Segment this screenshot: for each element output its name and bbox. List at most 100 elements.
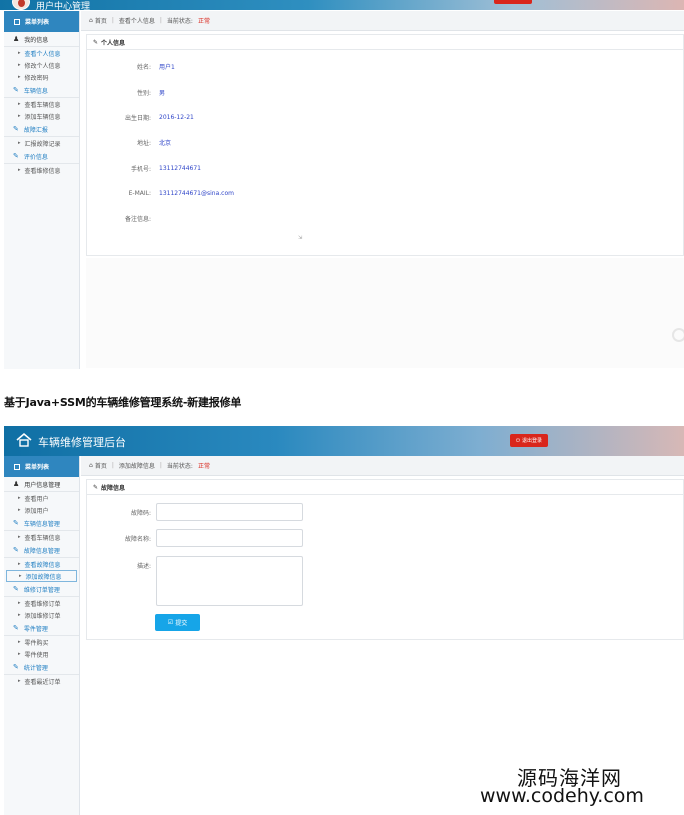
breadcrumb-page[interactable]: 添加故障信息 <box>119 461 155 470</box>
caret-right-icon: ▸ <box>18 612 21 618</box>
sidebar-group-parts-management[interactable]: ✎ 零件管理 <box>4 621 79 636</box>
sidebar-group-user-management[interactable]: ♟ 用户信息管理 <box>4 477 79 492</box>
sidebar-group-statistics[interactable]: ✎ 统计管理 <box>4 660 79 675</box>
status-label: 当前状态: <box>166 463 193 470</box>
field-value: 用户1 <box>159 63 175 71</box>
menu-list-header[interactable]: 菜单列表 <box>4 11 79 32</box>
sidebar-group-label: 我的信息 <box>24 36 49 44</box>
fault-name-input[interactable] <box>156 529 303 547</box>
panel-title: ✎ 故障信息 <box>87 480 683 495</box>
user-icon: ♟ <box>13 35 20 43</box>
sidebar-group-vehicle-management[interactable]: ✎ 车辆信息管理 <box>4 516 79 531</box>
sidebar-item-add-vehicle[interactable]: ▸ 添加车辆信息 <box>4 110 79 122</box>
menu-list-title: 菜单列表 <box>25 19 50 26</box>
sidebar-item-view-vehicle[interactable]: ▸ 查看车辆信息 <box>4 98 79 110</box>
sidebar-item-add-order[interactable]: ▸ 添加维修订单 <box>4 609 79 621</box>
user-icon: ♟ <box>13 480 20 488</box>
logout-button[interactable] <box>494 0 532 4</box>
sidebar-group-label: 统计管理 <box>23 664 48 672</box>
sidebar-item-add-fault[interactable]: ▸ 添加故障信息 <box>6 570 77 582</box>
watermark-url: www.codehy.com <box>480 785 644 807</box>
breadcrumb-page[interactable]: 查看个人信息 <box>119 16 155 25</box>
avatar[interactable] <box>12 0 30 10</box>
sidebar-item-report-fault[interactable]: ▸ 汇报故障记录 <box>4 137 79 149</box>
caret-right-icon: ▸ <box>18 561 21 567</box>
field-label: 性别: <box>136 89 151 97</box>
edit-icon: ✎ <box>13 585 19 593</box>
field-label: 描述: <box>136 563 151 570</box>
top-header-bar: 用户中心管理 <box>0 0 684 12</box>
sidebar-item-label: 查看车辆信息 <box>24 534 61 542</box>
field-value: 北京 <box>159 139 172 147</box>
grid-icon <box>14 463 20 470</box>
sidebar-item-label: 查看最近订单 <box>24 678 61 686</box>
sidebar-group-fault-report[interactable]: ✎ 故障汇报 <box>4 122 79 137</box>
resize-handle-icon[interactable]: ⇲ <box>298 235 302 241</box>
caret-right-icon: ▸ <box>18 101 21 107</box>
sidebar-group-label: 故障信息管理 <box>23 547 60 555</box>
panel-title: ✎ 个人信息 <box>87 35 683 50</box>
caret-right-icon: ▸ <box>18 167 21 173</box>
edit-icon: ✎ <box>13 152 19 160</box>
field-email: E-MAIL: 13112744671@sina.com <box>87 187 683 199</box>
sidebar-item-view-fault[interactable]: ▸ 查看故障信息 <box>4 558 79 570</box>
sidebar-group-fault-management[interactable]: ✎ 故障信息管理 <box>4 543 79 558</box>
edit-icon: ✎ <box>13 663 19 671</box>
caret-right-icon: ▸ <box>18 600 21 606</box>
sidebar-item-view-users[interactable]: ▸ 查看用户 <box>4 492 79 504</box>
sidebar: 菜单列表 ♟ 用户信息管理 ▸ 查看用户 ▸ 添加用户 ✎ 车辆信息管理 ▸ 查看车辆… <box>4 456 80 815</box>
submit-button[interactable]: ☑ 提交 <box>155 614 200 631</box>
logout-label: 退出登录 <box>521 438 542 444</box>
form-row-fault-code: 故障码: <box>87 503 683 521</box>
sidebar-group-label: 车辆信息管理 <box>23 520 60 528</box>
sidebar-item-view-repair[interactable]: ▸ 查看维修信息 <box>4 164 79 176</box>
breadcrumb-home[interactable]: 首页 <box>95 16 107 25</box>
breadcrumb-separator: | <box>111 462 114 469</box>
sidebar-group-evaluation[interactable]: ✎ 评价信息 <box>4 149 79 164</box>
sidebar-item-label: 修改个人信息 <box>24 62 61 70</box>
sidebar-item-view-profile[interactable]: ▸ 查看个人信息 <box>4 47 79 59</box>
caret-right-icon: ▸ <box>18 639 21 645</box>
home-icon: ⌂ <box>89 17 93 24</box>
submit-label: 提交 <box>175 620 188 627</box>
caret-right-icon: ▸ <box>18 678 21 684</box>
field-label: 故障名称: <box>124 536 151 543</box>
sidebar-item-parts-usage[interactable]: ▸ 零件使用 <box>4 648 79 660</box>
menu-list-header[interactable]: 菜单列表 <box>4 456 79 477</box>
sidebar-group-my-info[interactable]: ♟ 我的信息 <box>4 32 79 47</box>
fault-form-panel: ✎ 故障信息 故障码: 故障名称: 描述: ☑ 提交 <box>86 479 684 640</box>
description-textarea[interactable] <box>156 556 303 606</box>
sidebar-item-add-user[interactable]: ▸ 添加用户 <box>4 504 79 516</box>
loading-spinner-icon <box>672 328 684 342</box>
field-address: 地址: 北京 <box>87 136 683 148</box>
sidebar-item-view-vehicle[interactable]: ▸ 查看车辆信息 <box>4 531 79 543</box>
menu-list-title: 菜单列表 <box>25 464 50 471</box>
sidebar-item-view-orders[interactable]: ▸ 查看维修订单 <box>4 597 79 609</box>
logout-button[interactable]: ⏻ 退出登录 <box>510 434 548 447</box>
caret-right-icon: ▸ <box>18 495 21 501</box>
edit-icon: ✎ <box>13 125 19 133</box>
profile-panel: ✎ 个人信息 姓名: 用户1 性别: 男 出生日期: 2016-12-21 地址: 北京… <box>86 34 684 256</box>
sidebar-group-vehicle-info[interactable]: ✎ 车辆信息 <box>4 83 79 98</box>
sidebar-item-label: 查看故障信息 <box>24 561 61 569</box>
caret-right-icon: ▸ <box>18 651 21 657</box>
check-icon: ☑ <box>167 619 174 626</box>
sidebar-item-label: 查看个人信息 <box>24 50 61 58</box>
edit-icon: ✎ <box>93 38 99 46</box>
panel-title-text: 个人信息 <box>101 39 126 47</box>
sidebar-item-change-password[interactable]: ▸ 修改密码 <box>4 71 79 83</box>
top-header-bar: 车辆维修管理后台 ⏻ 退出登录 <box>4 426 684 456</box>
panel-title-text: 故障信息 <box>101 484 126 492</box>
caret-right-icon: ▸ <box>18 50 21 56</box>
sidebar-item-label: 查看车辆信息 <box>24 101 61 109</box>
sidebar-item-recent-orders[interactable]: ▸ 查看最近订单 <box>4 675 79 687</box>
field-label: 地址: <box>136 139 151 147</box>
sidebar-item-edit-profile[interactable]: ▸ 修改个人信息 <box>4 59 79 71</box>
breadcrumb-home[interactable]: 首页 <box>95 461 107 470</box>
fault-code-input[interactable] <box>156 503 303 521</box>
sidebar-group-label: 评价信息 <box>23 153 48 161</box>
sidebar-item-parts-purchase[interactable]: ▸ 零件购买 <box>4 636 79 648</box>
caret-right-icon: ▸ <box>18 113 21 119</box>
edit-icon: ✎ <box>13 624 19 632</box>
sidebar-group-order-management[interactable]: ✎ 维修订单管理 <box>4 582 79 597</box>
